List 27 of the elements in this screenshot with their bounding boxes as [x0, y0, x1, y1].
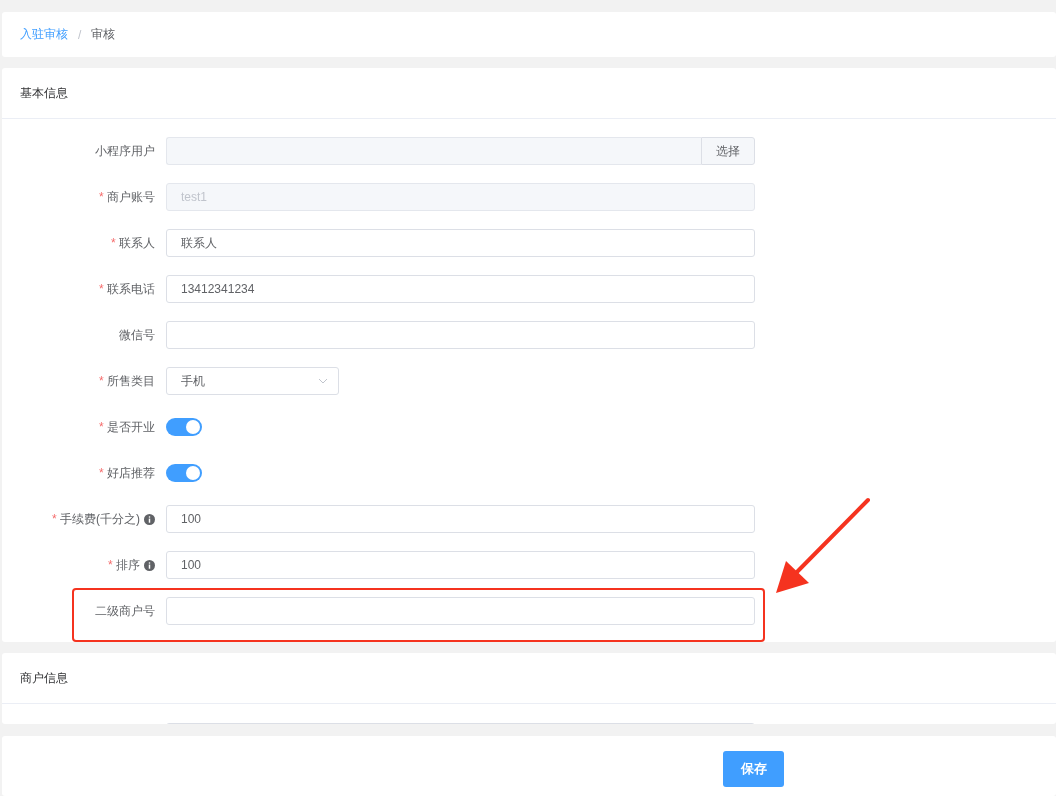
field-label: * 所售类目 [99, 372, 155, 390]
field-label: * 排序 [108, 556, 140, 574]
field-label: 二级商户号 [95, 602, 155, 620]
field-label: 小程序用户 [95, 142, 155, 160]
user-field[interactable] [166, 137, 701, 165]
toggle-switch[interactable] [166, 418, 202, 436]
input-field[interactable]: 100 [166, 505, 755, 533]
input-field[interactable] [166, 321, 755, 349]
field-label: * 商户账号 [99, 188, 155, 206]
field-label: * 联系电话 [99, 280, 155, 298]
choose-button[interactable]: 选择 [701, 137, 755, 165]
section-title: 商户信息 [20, 669, 68, 687]
field-label: * 是否开业 [99, 418, 155, 436]
input-field[interactable]: 100 [166, 551, 755, 579]
input-field[interactable]: 13412341234 [166, 275, 755, 303]
field-label: * 手续费(千分之) [52, 510, 140, 528]
breadcrumb-item: 审核 [91, 26, 116, 43]
toggle-switch[interactable] [166, 464, 202, 482]
input-field[interactable] [166, 597, 755, 625]
field-label: * 联系人 [111, 234, 155, 252]
select-field[interactable]: 手机 [166, 367, 339, 395]
section-title: 基本信息 [20, 84, 68, 102]
field-label: * 好店推荐 [99, 464, 155, 482]
field-label: 微信号 [119, 326, 155, 344]
chevron-down-icon [318, 378, 328, 384]
input-field[interactable]: 联系人 [166, 229, 755, 257]
breadcrumb-separator: / [78, 27, 82, 42]
